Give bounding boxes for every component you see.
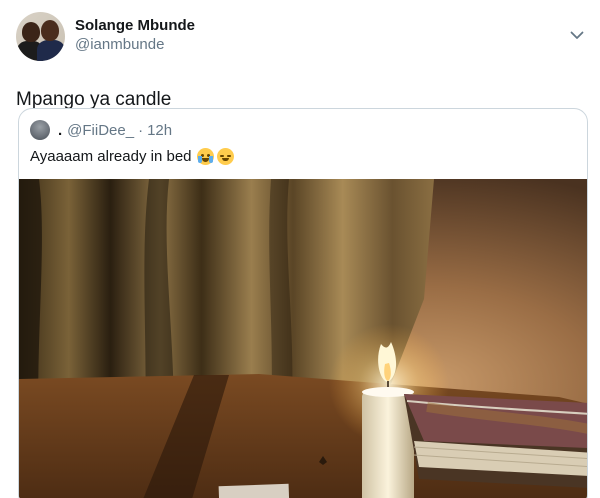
tweet-card[interactable]: Solange Mbunde @ianmbunde Mpango ya cand… xyxy=(0,0,600,498)
profile-avatar[interactable] xyxy=(16,12,65,61)
author-display-name[interactable]: Solange Mbunde xyxy=(75,16,195,35)
quoted-separator: · xyxy=(138,121,144,139)
avatar-head-right xyxy=(41,20,59,41)
emoji-eye xyxy=(219,155,224,157)
emoji-mouth xyxy=(201,158,209,162)
quoted-timestamp[interactable]: 12h xyxy=(147,122,172,139)
loudly-crying-face-icon xyxy=(196,148,214,165)
quoted-avatar[interactable] xyxy=(30,120,50,140)
avatar-head-left xyxy=(22,22,40,42)
quoted-media-photo[interactable] xyxy=(19,179,587,498)
quoted-tweet-header: . @FiiDee_ · 12h xyxy=(30,119,587,141)
emoji-mouth xyxy=(221,158,229,161)
avatar-person-right xyxy=(37,40,65,61)
emoji-tear xyxy=(208,156,213,163)
quoted-text-row: Ayaaaam already in bed xyxy=(30,148,587,165)
quoted-handle[interactable]: @FiiDee_ xyxy=(67,122,134,139)
quoted-display-name[interactable]: . xyxy=(58,122,62,139)
author-handle[interactable]: @ianmbunde xyxy=(75,35,195,54)
emoji-eye xyxy=(226,155,231,157)
relieved-face-icon xyxy=(216,148,234,165)
tweet-header: Solange Mbunde @ianmbunde xyxy=(16,12,584,64)
author-names: Solange Mbunde @ianmbunde xyxy=(75,16,195,54)
chevron-down-icon xyxy=(570,31,584,39)
quoted-tweet[interactable]: . @FiiDee_ · 12h Ayaaaam already in bed xyxy=(18,108,588,498)
photo-candle-bedside-icon xyxy=(19,179,587,498)
quoted-text: Ayaaaam already in bed xyxy=(30,148,192,165)
emoji-tear xyxy=(197,156,202,163)
tweet-menu-button[interactable] xyxy=(568,26,586,44)
